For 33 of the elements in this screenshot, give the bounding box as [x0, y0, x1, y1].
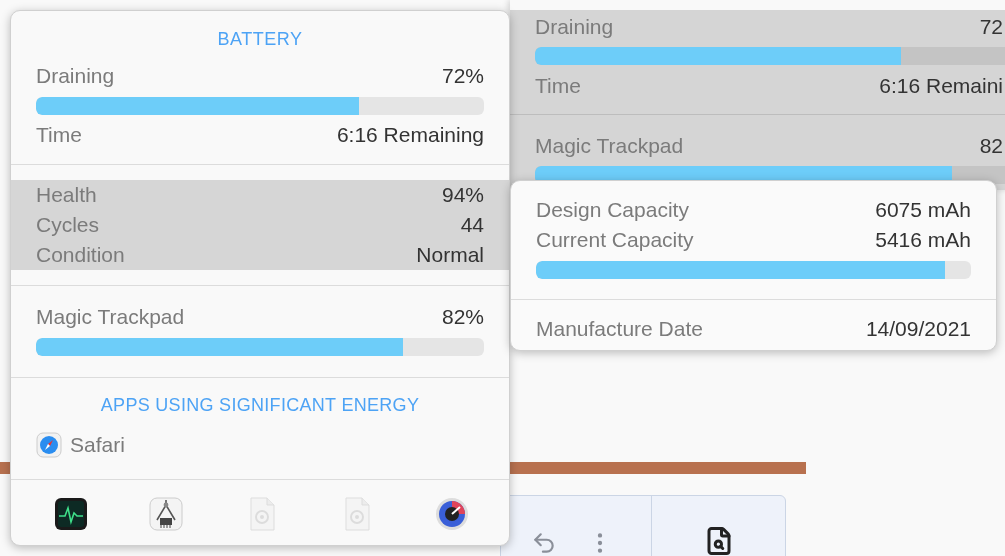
section-title: APPS USING SIGNIFICANT ENERGY — [99, 394, 421, 417]
row-value: 5416 mAh — [875, 227, 971, 253]
row-label: Health — [36, 182, 97, 208]
row-value: 72% — [441, 63, 484, 89]
undo-icon[interactable] — [531, 530, 557, 556]
row-label: Time — [535, 73, 581, 99]
section-title: BATTERY — [216, 28, 304, 51]
row-label: Time — [36, 122, 82, 148]
row-value: 6:16 Remaining — [336, 122, 484, 148]
row-value: 72 — [979, 14, 1003, 40]
row-value: 44 — [460, 212, 484, 238]
row-label: Magic Trackpad — [535, 133, 684, 159]
row-value: 14/09/2021 — [865, 316, 971, 342]
row-label: Cycles — [36, 212, 99, 238]
row-value: Normal — [416, 242, 484, 268]
row-label: Manufacture Date — [536, 316, 703, 342]
row-value: 6075 mAh — [875, 197, 971, 223]
caliper-chip-icon[interactable] — [149, 496, 184, 532]
row-label: Current Capacity — [536, 227, 694, 253]
row-label: Draining — [36, 63, 115, 89]
row-value: 82 — [979, 133, 1003, 159]
health-section[interactable]: Health 94% Cycles 44 Condition Normal — [11, 180, 509, 270]
row-label: Draining — [535, 14, 614, 40]
row-value: 94% — [441, 182, 484, 208]
row-label: Condition — [36, 242, 125, 268]
app-name[interactable]: Safari — [70, 433, 125, 457]
row-label: Design Capacity — [536, 197, 689, 223]
row-value: 6:16 Remaini — [879, 73, 1003, 99]
gauge-icon[interactable] — [435, 496, 469, 532]
compass-icon — [36, 432, 62, 458]
row-value: 82% — [441, 304, 484, 330]
heartbeat-monitor-icon[interactable] — [54, 496, 88, 532]
row-label: Magic Trackpad — [36, 304, 185, 330]
